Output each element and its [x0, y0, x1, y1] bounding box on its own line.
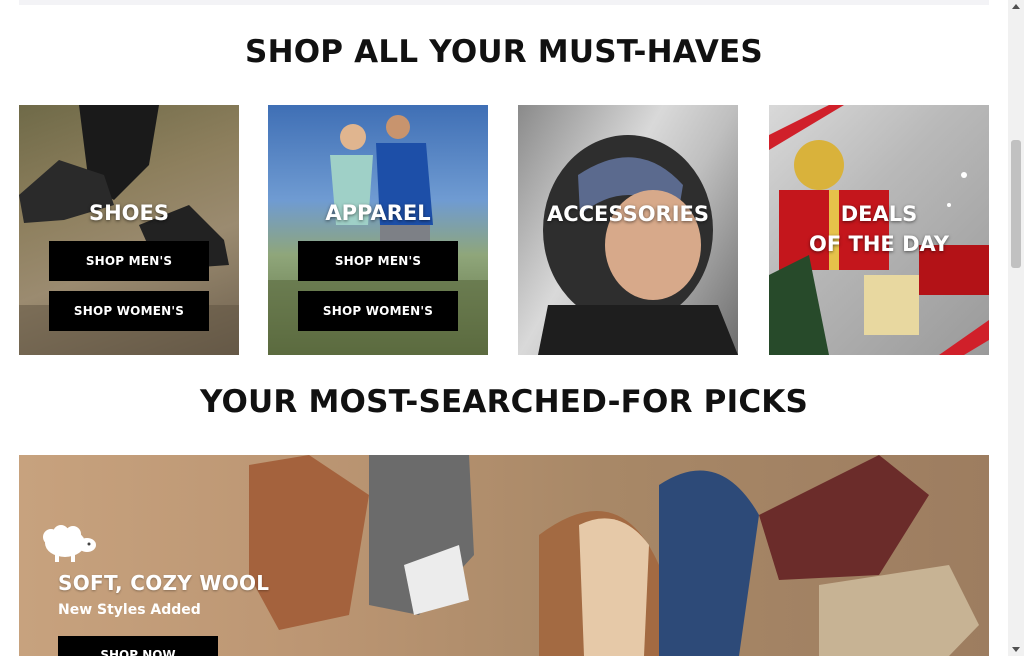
accessories-image: [538, 135, 738, 355]
deals-label-line1: DEALS: [840, 202, 918, 226]
sheep-icon: [43, 525, 96, 562]
shoes-label: SHOES: [88, 201, 170, 225]
scroll-down-arrow-icon[interactable]: [1012, 647, 1020, 652]
shoes-tile[interactable]: SHOES SHOP MEN'S SHOP WOMEN'S: [19, 105, 239, 355]
scroll-up-arrow-icon[interactable]: [1012, 4, 1020, 9]
deals-tile[interactable]: DEALS OF THE DAY: [769, 105, 989, 355]
banner-shoes-image: [249, 455, 979, 656]
apparel-label: APPAREL: [325, 201, 431, 225]
shop-mens-shoes-button[interactable]: SHOP MEN'S: [49, 241, 209, 281]
most-searched-heading: YOUR MOST-SEARCHED-FOR PICKS: [199, 384, 809, 420]
top-band: [19, 0, 989, 5]
must-haves-heading: SHOP ALL YOUR MUST-HAVES: [245, 34, 763, 70]
shop-now-button[interactable]: SHOP NOW: [58, 636, 218, 656]
shop-mens-apparel-button[interactable]: SHOP MEN'S: [298, 241, 458, 281]
banner-title: SOFT, COZY WOOL: [58, 571, 270, 595]
accessories-tile[interactable]: ACCESSORIES: [518, 105, 738, 355]
banner-subtitle: New Styles Added: [58, 602, 201, 618]
shop-womens-apparel-button[interactable]: SHOP WOMEN'S: [298, 291, 458, 331]
apparel-tile[interactable]: APPAREL SHOP MEN'S SHOP WOMEN'S: [268, 105, 488, 355]
scroll-thumb[interactable]: [1011, 140, 1021, 268]
deals-label-line2: OF THE DAY: [809, 232, 949, 256]
accessories-label: ACCESSORIES: [546, 202, 710, 226]
wool-banner[interactable]: SOFT, COZY WOOL New Styles Added SHOP NO…: [19, 455, 989, 656]
vertical-scrollbar[interactable]: [1008, 0, 1024, 656]
shop-womens-shoes-button[interactable]: SHOP WOMEN'S: [49, 291, 209, 331]
